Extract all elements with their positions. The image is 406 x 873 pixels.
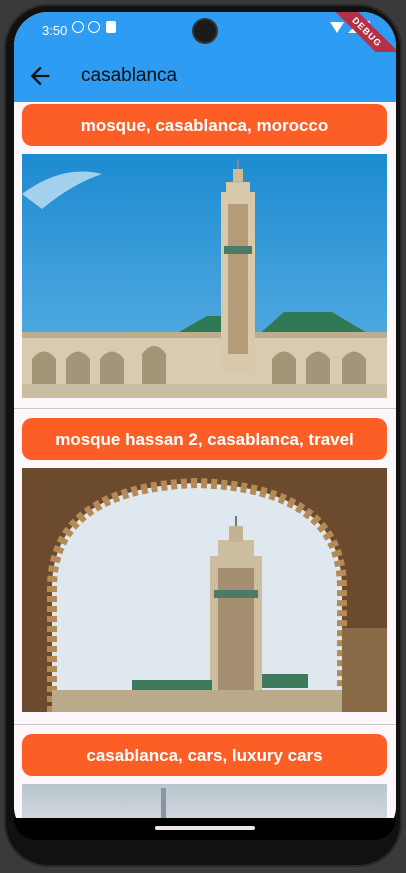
status-time: 3:50	[42, 23, 68, 38]
tag-button[interactable]: mosque hassan 2, casablanca, travel	[22, 418, 387, 460]
status-bar: 3:50 DEBUG	[14, 12, 396, 77]
back-arrow-icon[interactable]	[26, 62, 54, 90]
wifi-icon	[330, 22, 344, 33]
divider	[14, 408, 396, 409]
tag-button[interactable]: mosque, casablanca, morocco	[22, 104, 387, 146]
divider	[14, 724, 396, 725]
page-title: casablanca	[81, 65, 178, 86]
status-icons-left	[72, 21, 116, 33]
app-bar: casablanca	[14, 52, 396, 102]
tag-button[interactable]: casablanca, cars, luxury cars	[22, 734, 387, 776]
results-list[interactable]: mosque, casablanca, morocco mosque hassa…	[14, 102, 396, 840]
photo-hassan-mosque-courtyard[interactable]	[22, 154, 387, 398]
info-icon	[72, 21, 84, 33]
photo-hassan-mosque-arch[interactable]	[22, 468, 387, 712]
sd-card-icon	[106, 21, 116, 33]
home-indicator[interactable]	[155, 826, 255, 830]
shield-icon	[88, 21, 100, 33]
front-camera	[194, 20, 216, 42]
app-screen: 3:50 DEBUG casablanca mosque, casablanca…	[14, 12, 396, 840]
